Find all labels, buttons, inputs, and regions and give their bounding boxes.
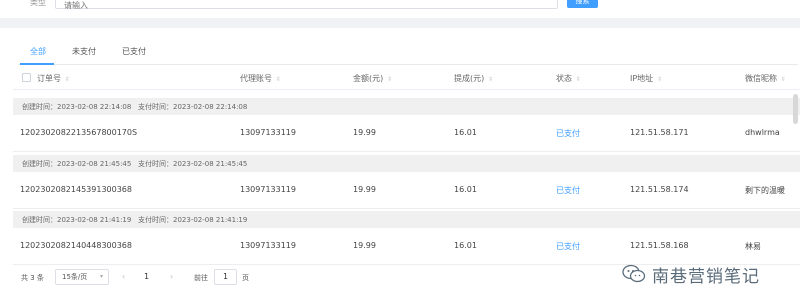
column-label: 订单号 [37,74,61,83]
status-badge: 已支付 [556,242,580,251]
sort-icon[interactable]: ⇳ [488,76,493,83]
commission-cell: 16.01 [454,128,477,137]
wechat-cell: 剩下的温暖 [745,186,785,195]
search-label: 类型 [30,0,46,7]
created-time: 创建时间：2023-02-08 22:14:08 [22,103,132,111]
created-time: 创建时间：2023-02-08 21:41:19 [22,216,132,224]
watermark: 南巷营销笔记 [622,262,760,287]
commission-cell: 16.01 [454,185,477,194]
column-label: 微信昵称 [745,74,777,83]
sort-icon[interactable]: ⇳ [657,76,662,83]
order-group-header: 创建时间：2023-02-08 21:41:19 支付时间：2023-02-08… [13,211,800,228]
order-tabs: 全部 未支付 已支付 [30,47,172,63]
agent-cell: 13097133119 [240,185,296,194]
search-button[interactable]: 搜索 [567,0,598,8]
active-tab-indicator [20,63,54,65]
column-header-agent[interactable]: 代理账号 ⇳ [240,73,281,84]
next-page-button[interactable]: › [170,272,173,281]
tab-all[interactable]: 全部 [30,47,46,63]
column-label: 金额(元) [353,74,384,83]
page-size-select[interactable]: 15条/页 ▾ [55,269,109,285]
agent-cell: 13097133119 [240,241,296,250]
ip-cell: 121.51.58.168 [630,241,689,250]
column-header-ip[interactable]: IP地址 ⇳ [630,73,662,84]
commission-cell: 16.01 [454,241,477,250]
page-number-current[interactable]: 1 [144,272,149,281]
ip-cell: 121.51.58.171 [630,128,689,137]
wechat-cell: 林易 [745,242,761,251]
column-header-commission[interactable]: 提成(元) ⇳ [454,73,493,84]
table-row[interactable]: 1202302082213567800170S 13097133119 19.9… [13,115,800,152]
search-input-wrapper[interactable] [55,0,558,13]
prev-page-button[interactable]: ‹ [122,272,125,281]
paid-time: 支付时间：2023-02-08 21:41:19 [138,216,248,224]
column-header-amount[interactable]: 金额(元) ⇳ [353,73,392,84]
goto-page-input[interactable]: 1 [214,269,237,285]
status-badge: 已支付 [556,129,580,138]
tab-unpaid[interactable]: 未支付 [72,47,96,63]
chevron-down-icon: ▾ [99,273,103,280]
ip-cell: 121.51.58.174 [630,185,689,194]
sort-icon[interactable]: ⇳ [387,76,392,83]
column-label: 状态 [556,74,572,83]
wechat-cell: dhwlrma [745,128,780,137]
column-label: 提成(元) [454,74,485,83]
page-suffix-label: 页 [242,274,249,282]
column-header-status[interactable]: 状态 ⇳ [556,73,581,84]
column-label: 代理账号 [240,74,272,83]
search-bar: 类型 搜索 [0,0,800,18]
paid-time: 支付时间：2023-02-08 22:14:08 [138,103,248,111]
amount-cell: 19.99 [353,241,376,250]
column-label: IP地址 [630,74,654,83]
table-row[interactable]: 1202302082145391300368 13097133119 19.99… [13,172,800,209]
created-time: 创建时间：2023-02-08 21:45:45 [22,160,132,168]
column-header-order-no[interactable]: 订单号 ⇳ [37,73,70,84]
paid-time: 支付时间：2023-02-08 21:45:45 [138,160,248,168]
status-badge: 已支付 [556,186,580,195]
select-all-checkbox[interactable] [22,73,31,82]
order-no-cell: 1202302082140448300368 [20,241,132,250]
goto-label: 前往 [194,274,208,282]
search-input[interactable] [56,0,557,13]
total-count: 共 3 条 [21,274,44,282]
order-group-header: 创建时间：2023-02-08 21:45:45 支付时间：2023-02-08… [13,155,800,172]
table-header: 订单号 ⇳ 代理账号 ⇳ 金额(元) ⇳ 提成(元) ⇳ 状态 ⇳ IP地址 ⇳ 微信昵称 ⇳ [13,66,800,90]
order-no-cell: 1202302082145391300368 [20,185,132,194]
tabs-divider [18,64,798,65]
agent-cell: 13097133119 [240,128,296,137]
sort-icon[interactable]: ⇳ [65,76,70,83]
sort-icon[interactable]: ⇳ [576,76,581,83]
tab-paid[interactable]: 已支付 [122,47,146,63]
page-size-value: 15条/页 [62,273,88,281]
sort-icon[interactable]: ⇳ [781,76,786,83]
wechat-icon [622,264,646,283]
order-group-header: 创建时间：2023-02-08 22:14:08 支付时间：2023-02-08… [13,98,800,115]
amount-cell: 19.99 [353,128,376,137]
sort-icon[interactable]: ⇳ [276,76,281,83]
amount-cell: 19.99 [353,185,376,194]
watermark-text: 南巷营销笔记 [652,266,760,287]
table-row[interactable]: 1202302082140448300368 13097133119 19.99… [13,228,800,265]
order-no-cell: 1202302082213567800170S [20,128,138,137]
vertical-scrollbar[interactable] [793,94,798,124]
column-header-wechat[interactable]: 微信昵称 ⇳ [745,73,786,84]
